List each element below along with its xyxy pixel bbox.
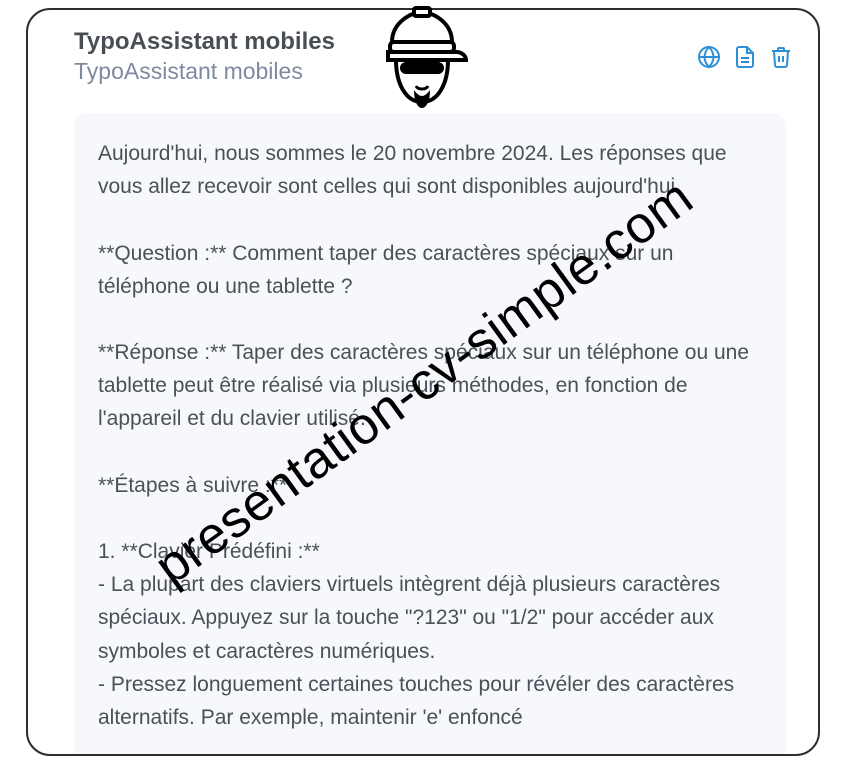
- document-icon[interactable]: [732, 44, 758, 70]
- header-actions: [696, 44, 794, 70]
- message-body: Aujourd'hui, nous sommes le 20 novembre …: [74, 113, 786, 756]
- assistant-title: TypoAssistant mobiles: [74, 28, 796, 56]
- globe-icon[interactable]: [696, 44, 722, 70]
- trash-icon[interactable]: [768, 44, 794, 70]
- card-header: TypoAssistant mobiles TypoAssistant mobi…: [74, 28, 796, 85]
- chat-card: TypoAssistant mobiles TypoAssistant mobi…: [26, 8, 820, 756]
- assistant-subtitle: TypoAssistant mobiles: [74, 58, 796, 85]
- message-text: Aujourd'hui, nous sommes le 20 novembre …: [98, 137, 762, 734]
